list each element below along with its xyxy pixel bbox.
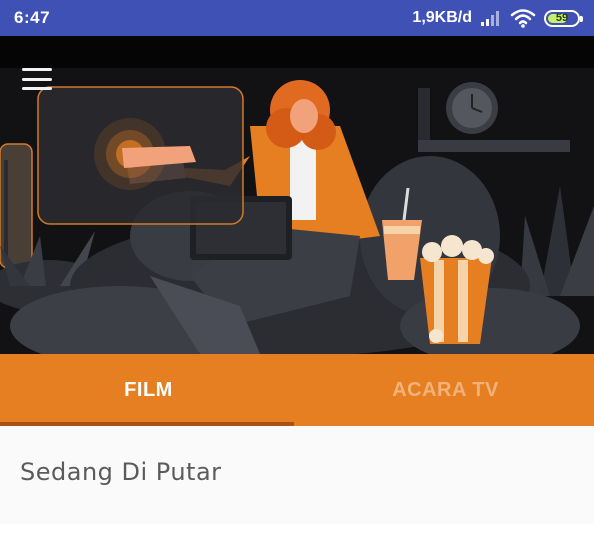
hamburger-menu-icon[interactable] <box>20 66 54 92</box>
bottom-strip <box>0 524 594 541</box>
network-speed: 1,9KB/d <box>412 9 472 26</box>
status-time: 6:47 <box>14 8 51 27</box>
wifi-icon <box>510 9 536 28</box>
section-title-now-playing: Sedang Di Putar <box>20 458 222 486</box>
menu-bar-bottom <box>22 87 52 90</box>
signal-icon <box>481 11 499 26</box>
woman-watching-movie-illustration <box>0 80 594 354</box>
tab-film-label: FILM <box>124 378 173 401</box>
tab-film[interactable]: FILM <box>0 354 297 426</box>
status-bar: 6:47 1,9KB/d 59 <box>0 0 594 36</box>
menu-bar-top <box>22 68 52 71</box>
header-banner <box>0 36 594 354</box>
category-tabs: FILM ACARA TV <box>0 354 594 426</box>
content-area: Sedang Di Putar <box>0 426 594 524</box>
status-icons: 1,9KB/d 59 <box>412 8 583 28</box>
tab-acara-tv-label: ACARA TV <box>392 378 499 401</box>
battery-icon: 59 <box>544 9 583 27</box>
menu-bar-middle <box>22 77 52 81</box>
tab-acara-tv[interactable]: ACARA TV <box>297 354 594 426</box>
battery-level: 59 <box>555 12 569 24</box>
